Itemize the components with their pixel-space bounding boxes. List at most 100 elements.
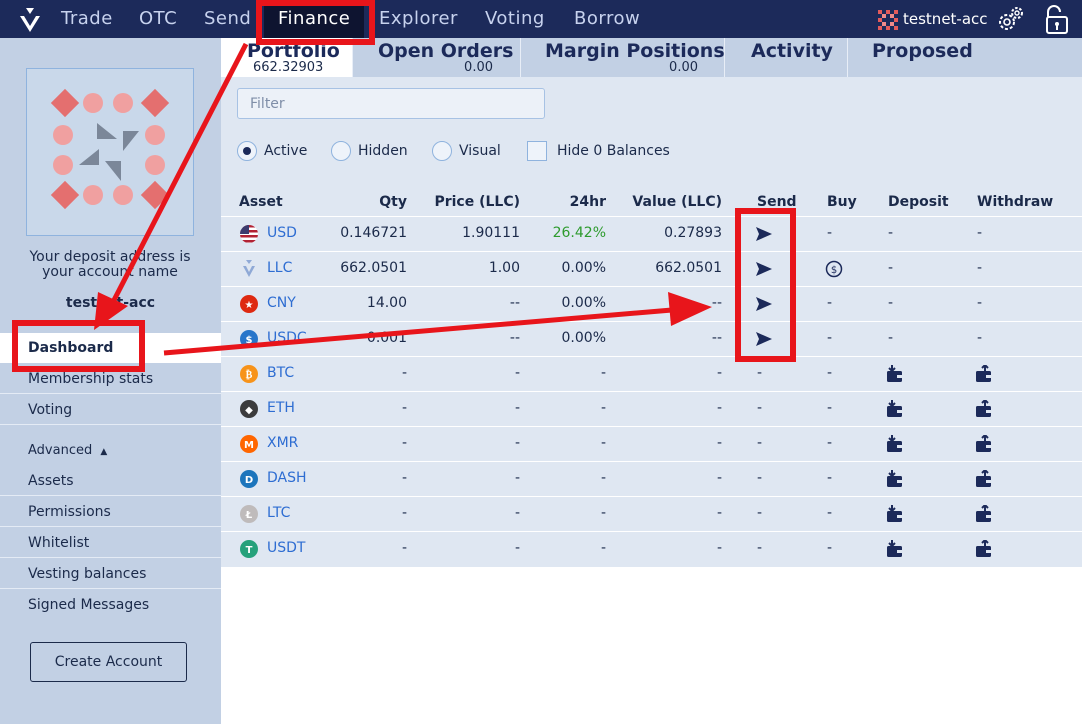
buy-cell: - xyxy=(827,295,833,311)
price-cell: - xyxy=(514,470,520,486)
asset-link[interactable]: ETH xyxy=(267,400,295,416)
deposit-icon[interactable] xyxy=(886,435,904,453)
app-logo-icon[interactable] xyxy=(18,6,42,34)
tab-portfolio-total: 662.32903 xyxy=(253,60,324,75)
tab-open-orders-label: Open Orders xyxy=(378,40,514,62)
sidebar-item-vesting-balances[interactable]: Vesting balances xyxy=(0,559,221,589)
table-header: Asset Qty Price (LLC) 24hr Value (LLC) S… xyxy=(221,188,1082,216)
col-value[interactable]: Value (LLC) xyxy=(632,194,722,210)
top-nav-bar: Trade OTC Send Finance Explorer Voting B… xyxy=(0,0,1082,38)
withdraw-icon[interactable] xyxy=(975,398,993,418)
price-cell: - xyxy=(514,400,520,416)
withdraw-icon[interactable] xyxy=(975,433,993,453)
usdc-coin-icon: $ xyxy=(239,329,259,349)
deposit-icon[interactable] xyxy=(886,400,904,418)
tab-activity[interactable]: Activity xyxy=(725,38,848,77)
change-24hr-cell: 0.00% xyxy=(561,295,606,311)
nav-otc[interactable]: OTC xyxy=(139,0,177,38)
tab-margin-positions[interactable]: Margin Positions 0.00 xyxy=(521,38,725,77)
deposit-icon[interactable] xyxy=(886,470,904,488)
col-price[interactable]: Price (LLC) xyxy=(434,194,520,210)
withdraw-icon[interactable] xyxy=(975,538,993,558)
view-active-radio[interactable] xyxy=(237,141,257,161)
sidebar-item-permissions[interactable]: Permissions xyxy=(0,497,221,527)
col-qty[interactable]: Qty xyxy=(379,194,407,210)
value-cell: - xyxy=(716,365,722,381)
asset-link[interactable]: USDC xyxy=(267,330,307,346)
deposit-icon[interactable] xyxy=(886,540,904,558)
ltc-coin-icon: Ł xyxy=(239,504,259,524)
nav-trade[interactable]: Trade xyxy=(61,0,113,38)
deposit-note-line-2: your account name xyxy=(42,264,178,280)
change-24hr-cell: 0.00% xyxy=(561,260,606,276)
account-identicon-icon[interactable] xyxy=(878,10,898,30)
withdraw-icon[interactable] xyxy=(975,363,993,383)
buy-cell: - xyxy=(827,505,833,521)
annotation-highlight-send-column xyxy=(735,208,796,362)
tab-open-orders[interactable]: Open Orders 0.00 xyxy=(353,38,521,77)
cny-coin-icon: ★ xyxy=(239,294,259,314)
nav-explorer[interactable]: Explorer xyxy=(379,0,458,38)
svg-text:M: M xyxy=(244,440,254,451)
filter-input[interactable] xyxy=(237,88,545,119)
asset-link[interactable]: BTC xyxy=(267,365,294,381)
send-cell: - xyxy=(757,505,763,521)
value-cell: - xyxy=(716,505,722,521)
price-cell: - xyxy=(514,505,520,521)
svg-text:Ł: Ł xyxy=(245,510,253,521)
usd-coin-icon xyxy=(239,224,259,244)
asset-link[interactable]: XMR xyxy=(267,435,298,451)
table-row: USD 0.146721 1.90111 26.42% 0.27893 - - - xyxy=(221,216,1082,250)
buy-cell: - xyxy=(827,330,833,346)
col-asset[interactable]: Asset xyxy=(239,194,283,210)
deposit-icon[interactable] xyxy=(886,365,904,383)
price-cell: - xyxy=(514,540,520,556)
price-cell: - xyxy=(514,365,520,381)
nav-send[interactable]: Send xyxy=(204,0,251,38)
nav-borrow[interactable]: Borrow xyxy=(574,0,640,38)
asset-link[interactable]: USDT xyxy=(267,540,305,556)
asset-link[interactable]: USD xyxy=(267,225,297,241)
send-cell: - xyxy=(757,470,763,486)
change-24hr-cell: - xyxy=(600,540,606,556)
unlock-icon[interactable] xyxy=(1042,5,1070,35)
deposit-note-line-1: Your deposit address is xyxy=(29,249,191,265)
value-cell: - xyxy=(716,435,722,451)
nav-voting[interactable]: Voting xyxy=(485,0,545,38)
qty-cell: 0.146721 xyxy=(340,225,407,241)
svg-text:$: $ xyxy=(831,265,837,276)
hide-zero-balances-checkbox[interactable] xyxy=(527,141,547,161)
table-row: ₿ BTC - - - - - - xyxy=(221,356,1082,390)
svg-text:₿: ₿ xyxy=(246,369,253,381)
withdraw-icon[interactable] xyxy=(975,468,993,488)
tab-proposed-label: Proposed xyxy=(872,40,973,62)
deposit-icon[interactable] xyxy=(886,505,904,523)
sidebar-item-assets[interactable]: Assets xyxy=(0,466,221,496)
settings-gear-icon[interactable] xyxy=(996,4,1026,34)
account-name[interactable]: testnet-acc xyxy=(903,0,988,38)
buy-cell: - xyxy=(827,400,833,416)
asset-link[interactable]: LTC xyxy=(267,505,290,521)
sidebar-item-voting[interactable]: Voting xyxy=(0,395,221,425)
buy-cell: - xyxy=(827,540,833,556)
tab-proposed[interactable]: Proposed xyxy=(848,38,1082,77)
asset-link[interactable]: LLC xyxy=(267,260,292,276)
asset-link[interactable]: CNY xyxy=(267,295,296,311)
asset-link[interactable]: DASH xyxy=(267,470,307,486)
sidebar-item-signed-messages[interactable]: Signed Messages xyxy=(0,590,221,620)
change-24hr-cell: - xyxy=(600,400,606,416)
withdraw-cell: - xyxy=(977,295,983,311)
qty-cell: 14.00 xyxy=(366,295,407,311)
col-24hr[interactable]: 24hr xyxy=(570,194,606,210)
sidebar-item-whitelist[interactable]: Whitelist xyxy=(0,528,221,558)
deposit-cell: - xyxy=(888,225,894,241)
table-row: Ł LTC - - - - - - xyxy=(221,496,1082,530)
advanced-toggle[interactable]: Advanced ▲ xyxy=(28,443,107,458)
view-active-label: Active xyxy=(264,143,308,159)
create-account-button[interactable]: Create Account xyxy=(30,642,187,682)
view-visual-radio[interactable] xyxy=(432,141,452,161)
dollar-coin-icon[interactable]: $ xyxy=(825,260,843,278)
svg-text:$: $ xyxy=(246,335,253,346)
view-hidden-radio[interactable] xyxy=(331,141,351,161)
withdraw-icon[interactable] xyxy=(975,503,993,523)
